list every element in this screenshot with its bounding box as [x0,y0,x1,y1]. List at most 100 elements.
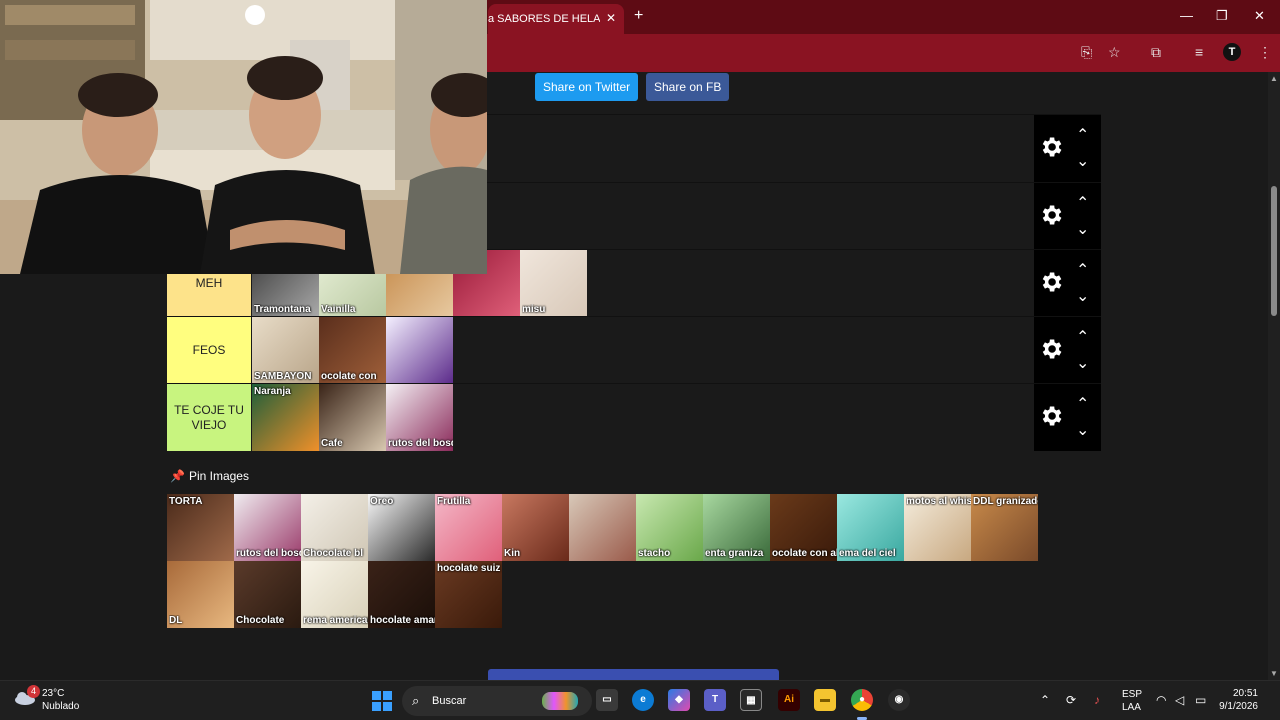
chevron-down-icon[interactable]: ⌄ [1076,353,1089,373]
pool-flavor-image[interactable]: TORTA [167,494,234,561]
menu-icon[interactable]: ⋮ [1258,44,1272,61]
close-window-button[interactable]: ✕ [1254,8,1265,24]
gear-icon[interactable] [1038,134,1064,160]
gear-icon[interactable] [1038,269,1064,295]
clock-date[interactable]: 9/1/2026 [1219,701,1258,712]
tier-row: FEOS SAMBAYÓN ocolate con ⌃ ⌄ [167,316,1101,384]
flavor-image[interactable]: Naranja [252,384,319,451]
pool-flavor-image[interactable]: enta graniza [703,494,770,561]
language-code[interactable]: ESP [1122,689,1142,700]
flavor-image[interactable]: ocolate con [319,317,386,384]
browser-tab[interactable]: a SABORES DE HELADO ✕ [488,4,624,34]
tier-row: TE COJE TU VIEJO Naranja Cafe rutos del bos… [167,383,1101,451]
minimize-button[interactable]: — [1180,8,1193,23]
gear-icon[interactable] [1038,336,1064,362]
pool-flavor-image[interactable]: rutos del bosque [234,494,301,561]
chrome-icon[interactable]: ● [851,689,873,711]
pool-flavor-image[interactable]: ocolate con almend [770,494,837,561]
chevron-up-icon[interactable]: ⌃ [1076,260,1089,280]
scroll-up-icon[interactable]: ▲ [1270,74,1278,83]
store-icon[interactable]: ▦ [740,689,762,711]
pool-flavor-image[interactable]: Kin [502,494,569,561]
flavor-caption: hocolate suiz [437,563,501,574]
tier-label[interactable]: TE COJE TU VIEJO [167,384,251,451]
gear-icon[interactable] [1038,202,1064,228]
chevron-down-icon[interactable]: ⌄ [1076,420,1089,440]
pool-flavor-image[interactable]: hocolate suiz [435,561,502,628]
share-twitter-button[interactable]: Share on Twitter [535,73,639,101]
scroll-thumb[interactable] [1271,186,1277,316]
obs-icon[interactable]: ◉ [888,689,910,711]
sync-icon[interactable]: ⟳ [1066,693,1076,707]
new-tab-button[interactable]: + [634,7,643,25]
microphone-icon[interactable]: ♪ [1094,693,1100,707]
pool-flavor-image[interactable]: ema del ciel [837,494,904,561]
flavor-caption: DL [169,615,183,626]
windows-start-icon[interactable] [372,691,392,711]
battery-icon[interactable]: ▭ [1195,693,1206,707]
tier-items: Naranja Cafe rutos del bosqu [252,384,453,451]
copilot-icon[interactable]: ◆ [668,689,690,711]
pool-flavor-image[interactable]: Frutilla [435,494,502,561]
tab-close-icon[interactable]: ✕ [606,11,616,25]
pool-flavor-image[interactable]: DL [167,561,234,628]
flavor-caption: hocolate amarg [370,615,435,626]
tray-chevron-icon[interactable]: ⌃ [1040,693,1050,707]
weather-desc[interactable]: Nublado [42,701,79,712]
flavor-caption: ocolate con [321,371,377,382]
extensions-icon[interactable]: ⧉ [1151,44,1161,61]
flavor-image[interactable]: rutos del bosqu [386,384,453,451]
weather-temp[interactable]: 23°C [42,688,64,699]
chevron-down-icon[interactable]: ⌄ [1076,151,1089,171]
pool-flavor-image[interactable]: motos al whis [904,494,971,561]
wifi-icon[interactable]: ◠ [1156,693,1166,707]
pin-icon: 📌 [170,469,185,483]
teams-icon[interactable]: T [704,689,726,711]
pin-images-heading: 📌 Pin Images [170,469,249,483]
tier-controls: ⌃ ⌄ [1034,183,1101,250]
flavor-image[interactable]: SAMBAYÓN [252,317,319,384]
pool-flavor-image[interactable]: DDL granizado [971,494,1038,561]
chevron-up-icon[interactable]: ⌃ [1076,394,1089,414]
pool-flavor-image[interactable]: rema american [301,561,368,628]
chevron-down-icon[interactable]: ⌄ [1076,286,1089,306]
media-icon[interactable]: ≡ [1195,44,1203,60]
restore-button[interactable]: ❐ [1216,8,1228,24]
pool-flavor-image[interactable]: Chocolate bl [301,494,368,561]
chevron-up-icon[interactable]: ⌃ [1076,327,1089,347]
flavor-image[interactable]: Cafe [319,384,386,451]
flavor-caption: Vainilla [321,304,356,315]
bottom-button-partial[interactable] [488,669,779,680]
pool-flavor-image[interactable]: Oreo [368,494,435,561]
flavor-caption: rutos del bosque [236,548,301,559]
share-fb-button[interactable]: Share on FB [646,73,730,101]
gear-icon[interactable] [1038,403,1064,429]
pool-flavor-image[interactable]: stacho [636,494,703,561]
page-scrollbar[interactable]: ▲ ▼ [1268,72,1280,680]
flavor-caption: Kin [504,548,521,559]
chevron-up-icon[interactable]: ⌃ [1076,125,1089,145]
tier-controls: ⌃ ⌄ [1034,384,1101,451]
flavor-caption: Tramontana [254,304,311,315]
task-view-icon[interactable]: ▭ [596,689,618,711]
pool-flavor-image[interactable] [569,494,636,561]
pool-flavor-image[interactable]: Chocolate [234,561,301,628]
flavor-image[interactable]: misu [520,250,587,317]
chevron-up-icon[interactable]: ⌃ [1076,193,1089,213]
tier-label[interactable]: FEOS [167,317,251,384]
search-icon: ⌕ [412,693,420,708]
star-icon[interactable]: ☆ [1108,44,1121,61]
edge-icon[interactable]: e [632,689,654,711]
pool-flavor-image[interactable]: hocolate amarg [368,561,435,628]
illustrator-icon[interactable]: Ai [778,689,800,711]
taskbar-search[interactable]: ⌕ Buscar [402,686,592,716]
file-explorer-icon[interactable]: ▬ [814,689,836,711]
clock-time[interactable]: 20:51 [1233,688,1258,699]
scroll-down-icon[interactable]: ▼ [1270,669,1278,678]
flavor-image[interactable] [386,317,453,384]
profile-avatar[interactable]: T [1223,43,1241,61]
volume-icon[interactable]: ◁ [1175,693,1184,707]
chevron-down-icon[interactable]: ⌄ [1076,219,1089,239]
translate-icon[interactable]: ⎘ [1081,44,1092,61]
keyboard-layout[interactable]: LAA [1122,702,1141,713]
